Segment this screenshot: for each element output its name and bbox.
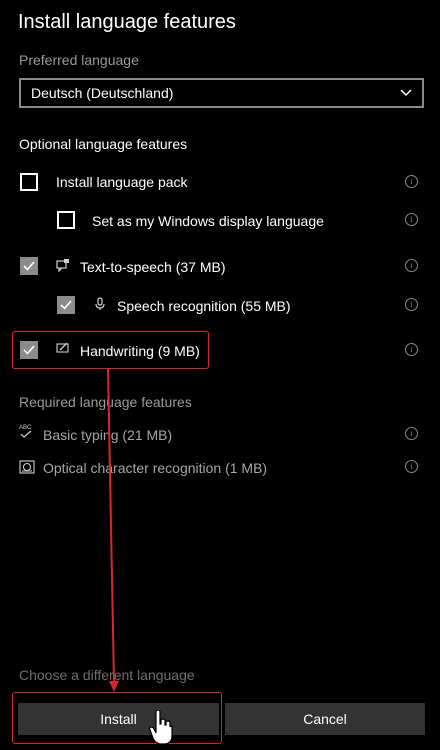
annotation-arrow bbox=[107, 368, 119, 692]
cancel-button[interactable]: Cancel bbox=[225, 703, 425, 735]
hand-cursor-icon bbox=[149, 710, 173, 745]
choose-different-language-link[interactable]: Choose a different language bbox=[19, 667, 195, 683]
install-button[interactable]: Install bbox=[18, 703, 219, 735]
